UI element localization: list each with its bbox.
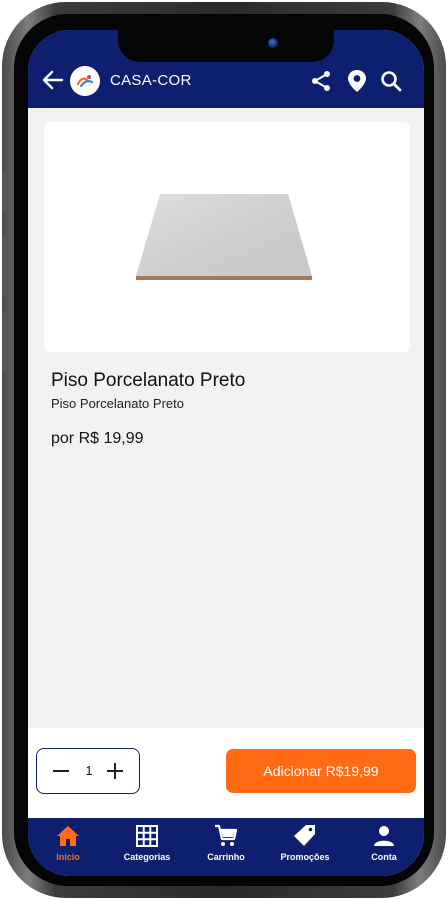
camera-icon	[268, 38, 278, 48]
product-subtitle: Piso Porcelanato Preto	[51, 396, 184, 411]
phone-side-button	[2, 312, 7, 372]
nav-item-categorias[interactable]: Categorias	[107, 824, 187, 872]
user-icon	[374, 826, 394, 846]
app-screen: CASA-COR Piso Porcelanato Preto Piso Por…	[28, 30, 424, 876]
nav-item-carrinho[interactable]: Carrinho	[186, 824, 266, 872]
search-icon	[381, 71, 402, 92]
app-title: CASA-COR	[110, 72, 192, 89]
share-icon	[312, 71, 330, 91]
brand-logo	[70, 66, 100, 96]
purchase-bar: 1 Adicionar R$19,99	[28, 728, 424, 818]
product-image-card	[44, 122, 410, 352]
nav-label: Promoções	[280, 852, 330, 862]
product-image	[136, 194, 312, 280]
increase-quantity-button[interactable]	[103, 759, 127, 783]
share-button[interactable]	[308, 68, 334, 94]
product-detail: Piso Porcelanato Preto Piso Porcelanato …	[28, 108, 424, 728]
nav-item-promocoes[interactable]: Promoções	[265, 824, 345, 872]
nav-label: Início	[56, 852, 80, 862]
product-name: Piso Porcelanato Preto	[51, 370, 246, 391]
minus-icon	[53, 770, 69, 772]
tag-icon	[294, 825, 315, 846]
phone-notch	[118, 30, 334, 62]
arrow-left-icon	[42, 70, 64, 90]
nav-item-inicio[interactable]: Início	[28, 824, 108, 872]
nav-label: Carrinho	[207, 852, 245, 862]
quantity-value: 1	[85, 763, 93, 778]
home-icon	[57, 826, 79, 846]
location-pin-icon	[348, 70, 366, 92]
phone-side-button	[2, 237, 7, 297]
back-button[interactable]	[40, 68, 66, 92]
nav-label: Categorias	[123, 852, 171, 862]
phone-side-button	[2, 172, 7, 212]
grid-icon	[136, 825, 158, 847]
cart-icon	[215, 824, 238, 846]
product-price: por R$ 19,99	[51, 430, 144, 447]
add-to-cart-button[interactable]: Adicionar R$19,99	[226, 749, 416, 793]
search-button[interactable]	[378, 68, 404, 94]
logo-icon	[76, 75, 94, 88]
decrease-quantity-button[interactable]	[49, 759, 73, 783]
bottom-navigation: Início Categorias Carrinho Promoções Con…	[28, 818, 424, 876]
quantity-stepper: 1	[36, 748, 140, 794]
phone-frame: CASA-COR Piso Porcelanato Preto Piso Por…	[2, 2, 446, 898]
nav-item-conta[interactable]: Conta	[344, 824, 424, 872]
plus-icon	[107, 763, 123, 779]
location-button[interactable]	[344, 68, 370, 94]
nav-label: Conta	[371, 852, 397, 862]
